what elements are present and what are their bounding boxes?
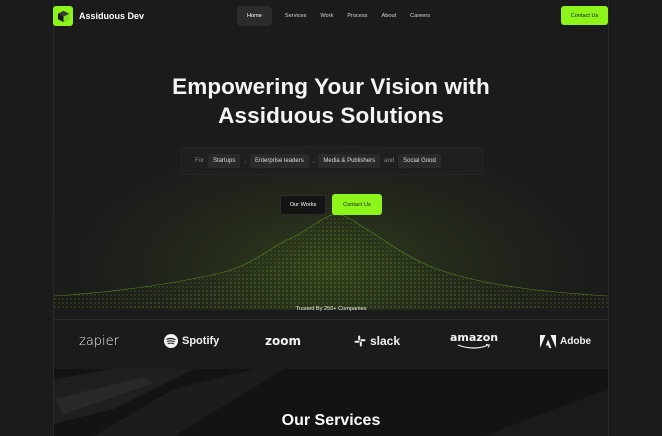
- zapier-logo: zapier: [79, 332, 119, 350]
- brand-name: Assiduous Dev: [79, 11, 145, 21]
- and-label: and: [384, 158, 395, 164]
- audience-chips: For Startups , Enterprise leaders , Medi…: [181, 147, 483, 175]
- client-logos-strip: zapier Spotify zoom slack amazon Adobe: [54, 319, 608, 369]
- adobe-wordmark: Adobe: [560, 335, 592, 347]
- our-services-heading: Our Services: [281, 412, 381, 429]
- chip-startups[interactable]: Startups: [208, 154, 241, 168]
- spotify-icon: [164, 334, 178, 348]
- nav-about[interactable]: About: [375, 6, 404, 26]
- chip-separator: ,: [312, 158, 315, 164]
- spotify-wordmark: Spotify: [182, 335, 220, 347]
- chip-social-good[interactable]: Social Good: [398, 154, 441, 168]
- nav-services[interactable]: Services: [278, 6, 313, 26]
- for-label: For: [195, 158, 204, 164]
- slack-logo: slack: [354, 332, 400, 350]
- headline-line-2: Assiduous Solutions: [218, 103, 444, 128]
- brand-logo[interactable]: Assiduous Dev: [53, 6, 144, 26]
- chip-separator: ,: [244, 158, 247, 164]
- zoom-wordmark: zoom: [265, 334, 301, 348]
- cube-logo-icon: [53, 6, 73, 26]
- top-navbar: Assiduous Dev Home Services Work Process…: [0, 0, 662, 34]
- trusted-by-text: Trusted By 250+ Companies: [295, 306, 367, 312]
- amazon-smile-icon: [457, 344, 491, 349]
- adobe-icon: [540, 334, 556, 348]
- our-works-button[interactable]: Our Works: [280, 195, 326, 215]
- hero-headline: Empowering Your Vision with Assiduous So…: [0, 72, 662, 130]
- zoom-logo: zoom: [265, 332, 301, 350]
- chip-media-publishers[interactable]: Media & Publishers: [318, 154, 381, 168]
- slack-icon: [354, 335, 366, 347]
- chip-enterprise-leaders[interactable]: Enterprise leaders: [250, 154, 309, 168]
- nav-careers[interactable]: Careers: [403, 6, 437, 26]
- adobe-logo: Adobe: [540, 332, 591, 350]
- hero-contact-button[interactable]: Contact Us: [332, 194, 382, 215]
- spotify-logo: Spotify: [164, 332, 219, 350]
- main-menu: Home Services Work Process About Careers: [237, 6, 437, 26]
- nav-work[interactable]: Work: [313, 6, 340, 26]
- zapier-wordmark: zapier: [79, 333, 119, 349]
- slack-wordmark: slack: [370, 334, 401, 348]
- headline-line-1: Empowering Your Vision with: [172, 74, 490, 99]
- nav-process[interactable]: Process: [340, 6, 374, 26]
- amazon-wordmark: amazon: [450, 331, 499, 344]
- contact-us-button[interactable]: Contact Us: [561, 6, 608, 25]
- amazon-logo: amazon: [450, 332, 498, 350]
- nav-home[interactable]: Home: [237, 6, 272, 26]
